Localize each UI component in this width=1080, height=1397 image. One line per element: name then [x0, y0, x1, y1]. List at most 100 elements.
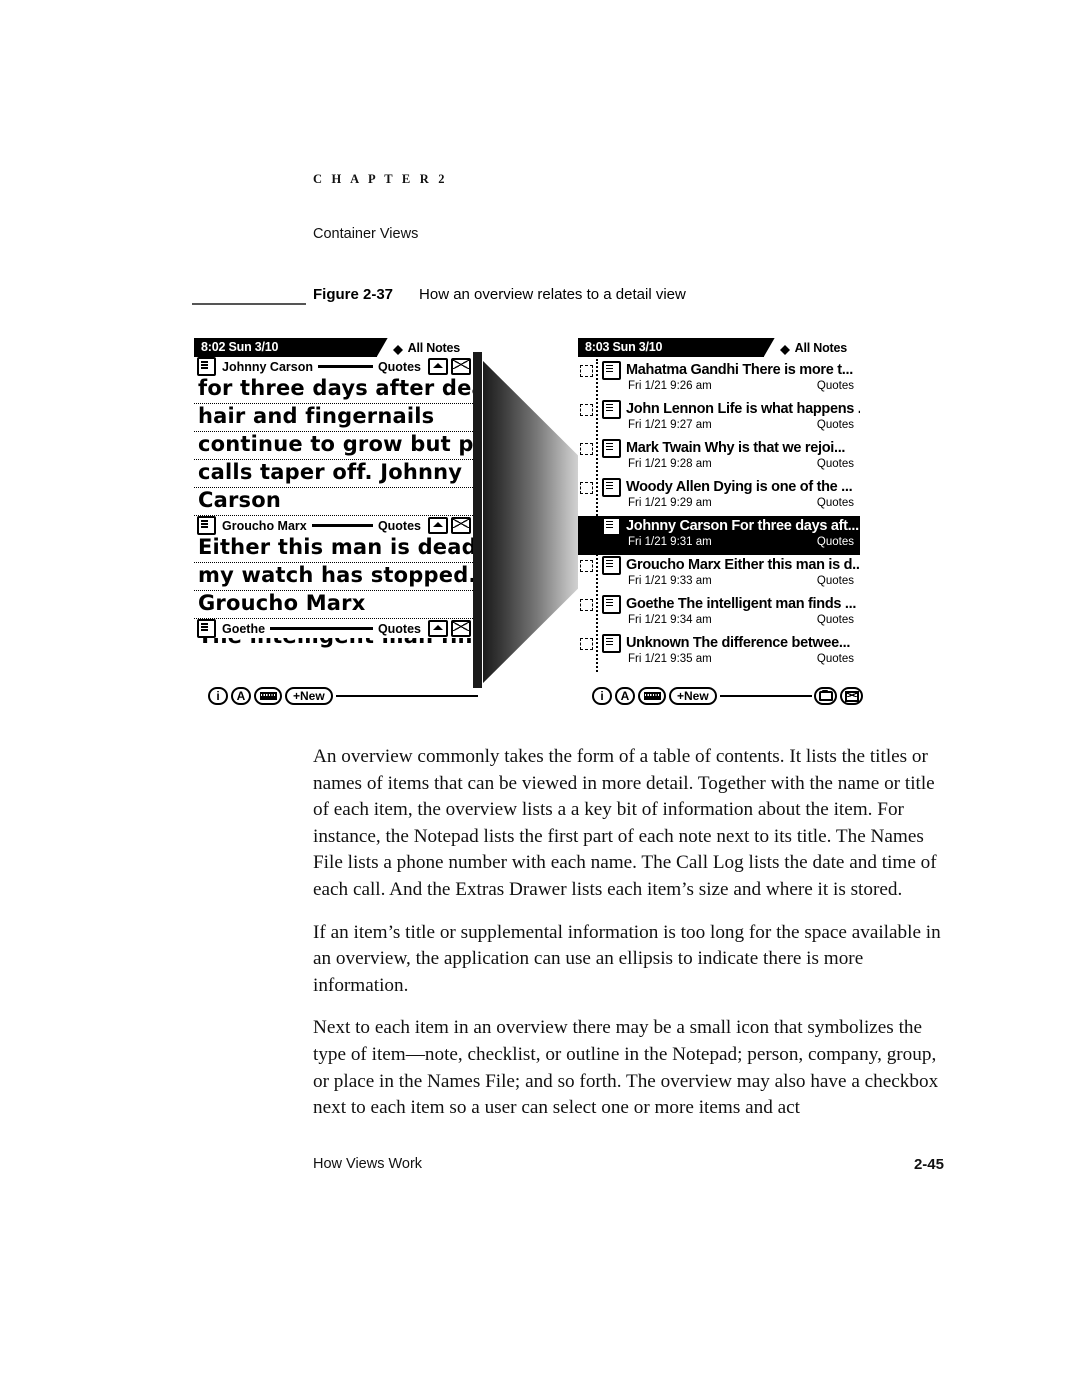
list-item[interactable]: John Lennon Life is what happens ... Fri… [578, 399, 860, 438]
list-item-meta: Fri 1/21 9:26 am Quotes [602, 380, 860, 396]
row-checkbox[interactable] [580, 404, 593, 416]
note-text-line-clipped[interactable]: The intelligent man finds [194, 638, 473, 649]
keyboard-glyph [643, 692, 661, 700]
note-text-line[interactable]: my watch has stopped. [194, 563, 473, 591]
font-button[interactable]: A [231, 687, 251, 705]
filing-icon[interactable] [428, 358, 448, 375]
body-paragraph: If an item’s title or supplemental infor… [313, 921, 941, 996]
note-text-line[interactable]: Either this man is dead or [194, 535, 473, 563]
note-icon [602, 477, 621, 497]
footer-section-title: How Views Work [313, 1156, 423, 1172]
row-checkbox[interactable] [580, 638, 593, 650]
chapter-label: C H A P T E R 2 [313, 172, 448, 186]
overview-device: 8:03 Sun 3/10 All Notes Mahatma Gandhi T… [578, 338, 864, 710]
figure-title: How an overview relates to a detail view [419, 286, 686, 303]
folder-icon[interactable] [814, 687, 837, 705]
row-checkbox[interactable] [580, 521, 593, 533]
note-icon [602, 555, 621, 575]
detail-view-device: 8:02 Sun 3/10 All Notes Johnny Carson Qu… [194, 338, 483, 710]
row-checkbox[interactable] [580, 482, 593, 494]
keyboard-icon[interactable] [638, 687, 666, 705]
envelope-icon[interactable] [451, 358, 471, 375]
list-item-main: Unknown The difference betwee... [602, 633, 860, 653]
keyboard-icon[interactable] [254, 687, 282, 705]
list-item-main: Woody Allen Dying is one of the ... [602, 477, 860, 497]
row-checkbox[interactable] [580, 560, 593, 572]
envelope-icon[interactable] [840, 687, 863, 705]
list-item-date: Fri 1/21 9:33 am [628, 575, 712, 587]
note-text-line[interactable]: continue to grow but phone [194, 432, 473, 460]
note-header[interactable]: Johnny Carson Quotes [194, 357, 473, 376]
list-item-date: Fri 1/21 9:26 am [628, 380, 712, 392]
header-rule [311, 524, 373, 527]
list-item-meta: Fri 1/21 9:28 am Quotes [602, 458, 860, 474]
overview-clock: 8:03 Sun 3/10 [585, 340, 663, 354]
keyboard-glyph [259, 692, 277, 700]
figure-number: Figure 2-37 [313, 286, 394, 303]
info-button[interactable]: i [592, 687, 612, 705]
list-item-selected[interactable]: Johnny Carson For three days aft... Fri … [578, 516, 860, 555]
detail-folder-tab-label: All Notes [407, 340, 461, 355]
list-item-date: Fri 1/21 9:35 am [628, 653, 712, 665]
list-item-meta: Fri 1/21 9:34 am Quotes [602, 614, 860, 630]
list-item-meta: Fri 1/21 9:31 am Quotes [602, 536, 860, 552]
note-icon [602, 594, 621, 614]
list-item-main: Mahatma Gandhi There is more t... [602, 360, 860, 380]
list-item-folder: Quotes [816, 653, 854, 665]
list-item[interactable]: Goethe The intelligent man finds ... Fri… [578, 594, 860, 633]
note-text-line[interactable]: hair and fingernails [194, 404, 473, 432]
list-item-title: John Lennon Life is what happens ... [626, 401, 860, 417]
envelope-icon[interactable] [451, 517, 471, 534]
font-button[interactable]: A [615, 687, 635, 705]
note-text-line[interactable]: for three days after death [194, 376, 473, 404]
note-title: Johnny Carson [222, 359, 313, 374]
figure-caption: Figure 2-37 How an overview relates to a … [313, 286, 686, 303]
note-text-line[interactable]: calls taper off. Johnny [194, 460, 473, 488]
note-text-line[interactable]: Groucho Marx [194, 591, 473, 619]
list-item-date: Fri 1/21 9:29 am [628, 497, 712, 509]
list-item-folder: Quotes [816, 575, 854, 587]
list-item-meta: Fri 1/21 9:33 am Quotes [602, 575, 860, 591]
note-text-line[interactable]: Carson [194, 488, 473, 516]
list-item-folder: Quotes [816, 497, 854, 509]
note-title: Groucho Marx [222, 518, 307, 533]
new-button[interactable]: +New [285, 687, 333, 705]
note-text-line: The intelligent man finds [198, 638, 473, 647]
list-item-folder: Quotes [816, 614, 854, 626]
note-icon [602, 360, 621, 380]
body-paragraph: Next to each item in an overview there m… [313, 1017, 939, 1119]
list-item[interactable]: Unknown The difference betwee... Fri 1/2… [578, 633, 860, 672]
note-title: Goethe [222, 621, 266, 636]
list-item-folder: Quotes [816, 419, 854, 431]
list-item-folder: Quotes [816, 536, 854, 548]
overview-folder-tab[interactable]: All Notes [763, 338, 860, 357]
filing-icon[interactable] [428, 517, 448, 534]
info-button[interactable]: i [208, 687, 228, 705]
list-item[interactable]: Mahatma Gandhi There is more t... Fri 1/… [578, 360, 860, 399]
note-icon [602, 516, 621, 536]
list-item-main: Goethe The intelligent man finds ... [602, 594, 860, 614]
detail-view-screen: 8:02 Sun 3/10 All Notes Johnny Carson Qu… [194, 338, 473, 694]
list-item-title: Woody Allen Dying is one of the ... [626, 479, 853, 495]
list-item[interactable]: Mark Twain Why is that we rejoi... Fri 1… [578, 438, 860, 477]
list-item[interactable]: Groucho Marx Either this man is d... Fri… [578, 555, 860, 594]
note-header[interactable]: Groucho Marx Quotes [194, 516, 473, 535]
row-checkbox[interactable] [580, 599, 593, 611]
button-bar-rule [335, 694, 478, 698]
row-checkbox[interactable] [580, 443, 593, 455]
detail-button-bar: i A +New [198, 683, 478, 709]
list-item[interactable]: Woody Allen Dying is one of the ... Fri … [578, 477, 860, 516]
list-item-main: Mark Twain Why is that we rejoi... [602, 438, 860, 458]
detail-status-bar: 8:02 Sun 3/10 All Notes [194, 338, 473, 357]
list-item-main: Groucho Marx Either this man is d... [602, 555, 860, 575]
filing-icon[interactable] [428, 620, 448, 637]
new-button[interactable]: +New [669, 687, 717, 705]
list-item-date: Fri 1/21 9:27 am [628, 419, 712, 431]
note-icon [602, 399, 621, 419]
figure-illustration: 8:02 Sun 3/10 All Notes Johnny Carson Qu… [0, 0, 1080, 1397]
row-checkbox[interactable] [580, 365, 593, 377]
envelope-icon[interactable] [451, 620, 471, 637]
detail-folder-tab[interactable]: All Notes [376, 338, 473, 357]
list-item-title: Mahatma Gandhi There is more t... [626, 362, 853, 378]
note-header[interactable]: Goethe Quotes [194, 619, 473, 638]
